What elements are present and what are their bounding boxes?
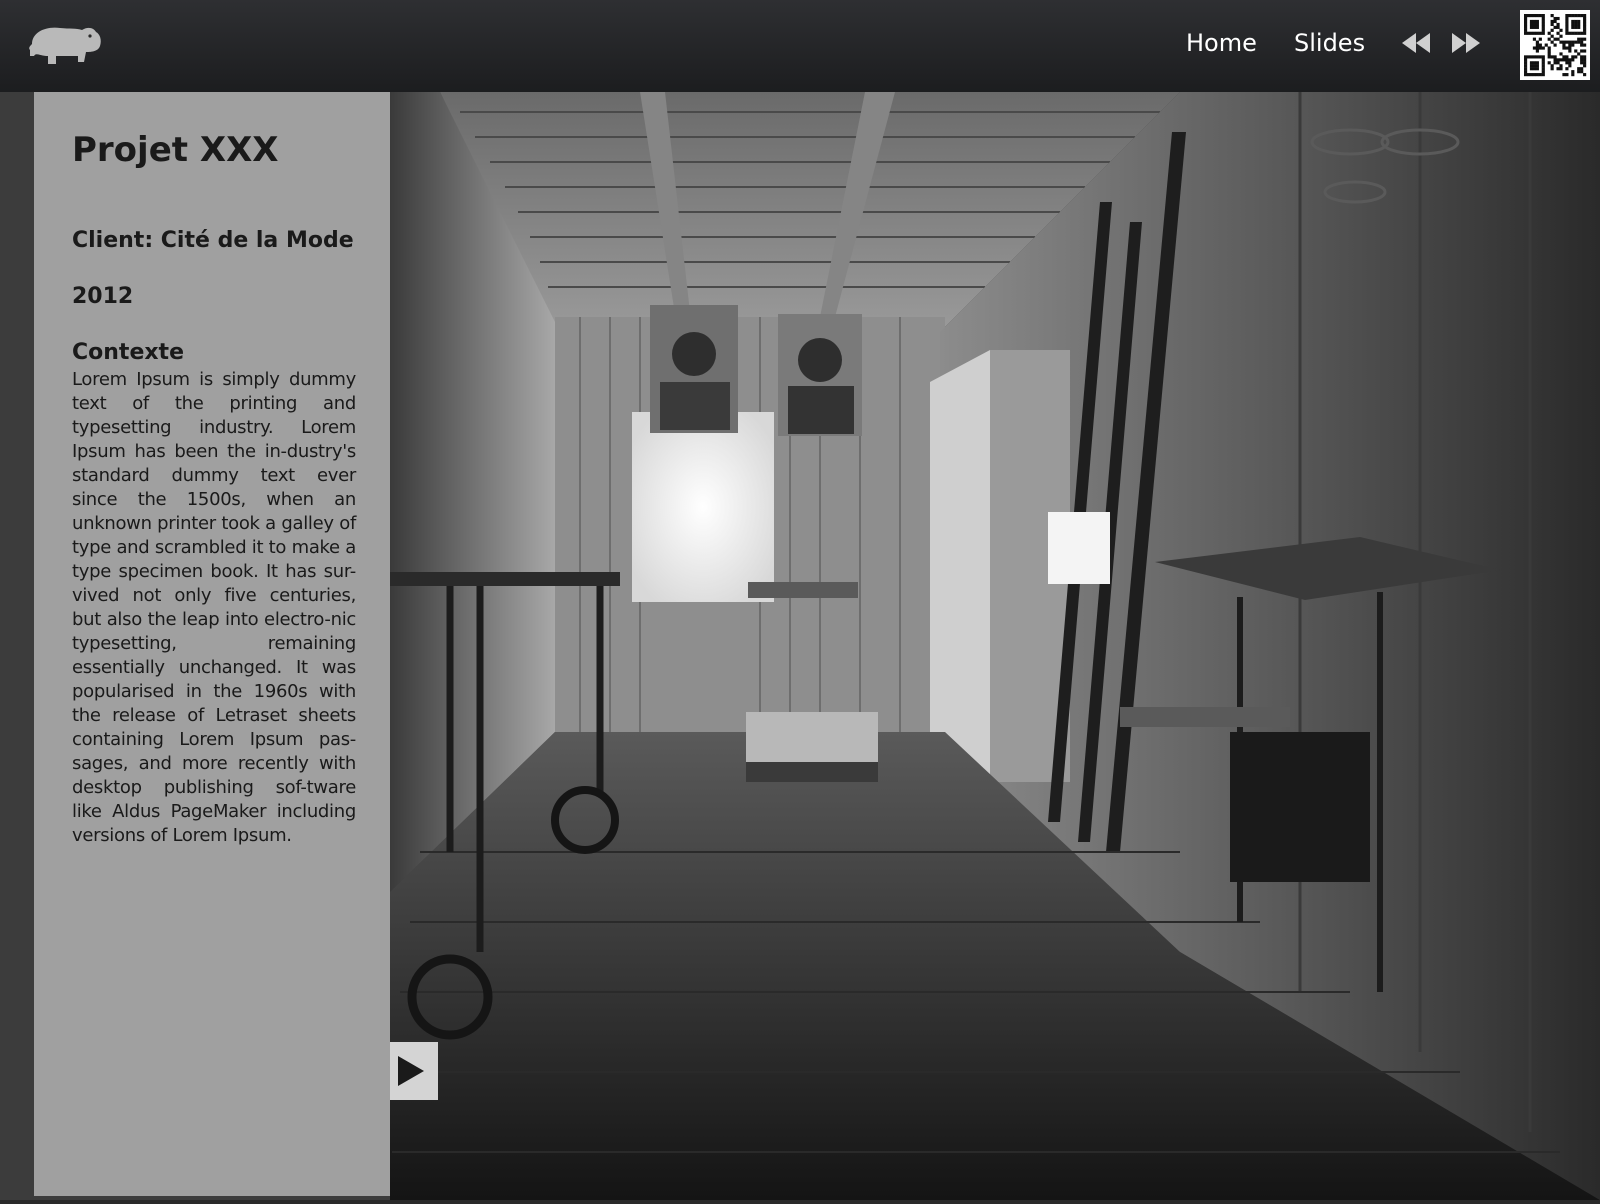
top-bar: Home Slides xyxy=(0,0,1600,92)
play-button[interactable] xyxy=(390,1042,438,1100)
project-year: 2012 xyxy=(72,284,134,309)
qr-code-icon xyxy=(1520,10,1590,80)
context-heading: Contexte xyxy=(72,340,184,365)
nav-home-link[interactable]: Home xyxy=(1186,26,1257,60)
rewind-icon[interactable] xyxy=(1400,30,1432,56)
project-client: Client: Cité de la Mode xyxy=(72,228,354,253)
play-icon xyxy=(390,1056,438,1104)
nav-slides-link[interactable]: Slides xyxy=(1294,26,1365,60)
project-title: Projet XXX xyxy=(72,130,279,170)
context-body: Lorem Ipsum is simply dummy text of the … xyxy=(72,369,356,846)
fast-forward-icon[interactable] xyxy=(1450,30,1482,56)
project-info-panel: Projet XXX Client: Cité de la Mode 2012 … xyxy=(34,92,390,1196)
hippo-icon[interactable] xyxy=(26,22,102,72)
